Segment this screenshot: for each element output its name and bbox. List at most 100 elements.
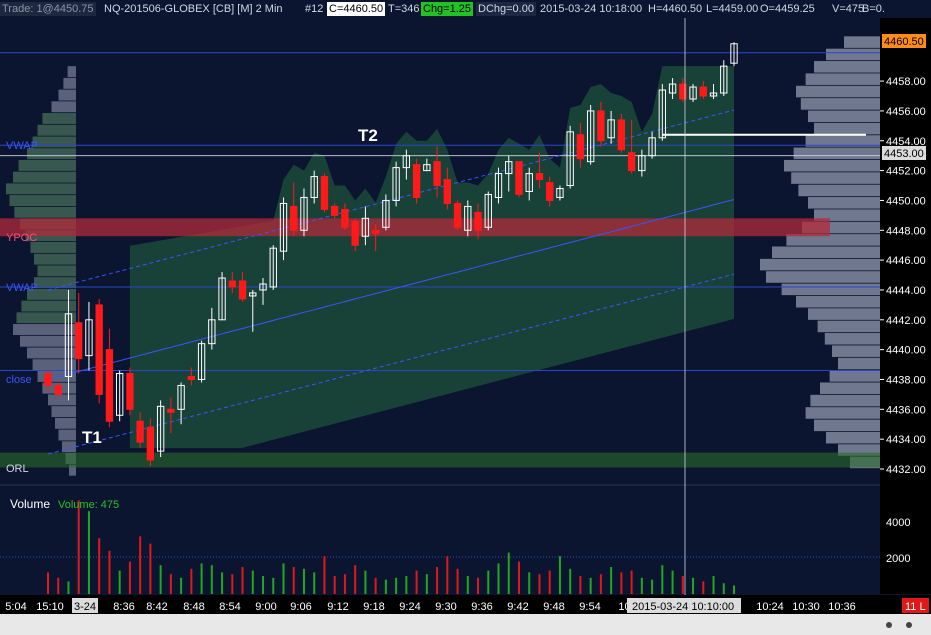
price-tick-label: 4448.00	[886, 225, 926, 237]
candle	[115, 370, 124, 422]
candle-body	[371, 229, 380, 234]
time-tick-label: 9:18	[363, 601, 384, 613]
volume-bar	[272, 577, 275, 594]
time-tick-label: 5:04	[5, 601, 26, 613]
price-tick-label: 4432.00	[886, 464, 926, 476]
left-profile-bar	[63, 77, 76, 89]
candle-body	[443, 179, 451, 204]
candle-body	[136, 420, 144, 443]
left-profile-bar	[21, 300, 76, 312]
value-area-shade	[129, 66, 734, 449]
t1-annotation: T1	[82, 428, 102, 447]
volume-bar	[251, 570, 254, 594]
candle-body	[54, 384, 62, 395]
right-profile-bar	[808, 110, 880, 123]
orl-band	[0, 452, 880, 468]
volume-bar	[610, 567, 613, 594]
left-profile-bar	[18, 159, 77, 171]
left-profile-bar	[30, 242, 76, 253]
volume-bar	[333, 576, 336, 594]
right-profile-bar	[798, 184, 880, 197]
right-profile-bar	[820, 382, 880, 395]
right-profile-bar	[829, 370, 880, 382]
time-tick-label: 3-24	[74, 601, 96, 613]
right-profile-bar	[784, 159, 880, 172]
left-profile-bar	[14, 206, 76, 218]
right-profile-bar	[766, 271, 880, 283]
right-profile-bar	[808, 197, 880, 209]
volume-bar	[67, 581, 70, 594]
time-cursor-text: 2015-03-24 10:10:00	[632, 601, 734, 613]
time-tick-label: 8:54	[219, 601, 240, 613]
volume-bar	[98, 538, 101, 594]
right-profile-bar	[814, 419, 880, 432]
volume-bar	[589, 577, 592, 594]
candle-body	[597, 110, 605, 142]
volume-bar	[692, 577, 695, 594]
volume-bar	[169, 574, 172, 594]
volume-bar	[180, 577, 183, 594]
candle	[95, 298, 103, 404]
volume-bar	[671, 570, 674, 594]
chart-canvas[interactable]: 4432.00 4434.00 4436.00 4438.00 4440.00 4442.…	[0, 0, 931, 635]
right-profile-bar	[791, 172, 880, 184]
volume-bar	[702, 581, 705, 594]
right-profile-bar	[800, 98, 880, 110]
time-tick-label: 9:48	[543, 601, 564, 613]
right-profile-bar	[817, 320, 880, 333]
candle	[412, 158, 421, 204]
volume-bar	[538, 574, 541, 594]
time-tick-label: 9:24	[399, 601, 420, 613]
volume-title: Volume	[10, 497, 50, 511]
time-tick-label: 10:36	[828, 601, 856, 613]
left-profile-bar	[34, 253, 76, 265]
volume-bar	[57, 577, 60, 594]
right-profile-bar	[808, 308, 880, 320]
volume-bar	[599, 574, 602, 594]
candle	[105, 328, 114, 428]
volume-bar	[262, 576, 265, 594]
candle-body	[320, 176, 329, 210]
candle-body	[474, 211, 482, 231]
candle-body	[187, 375, 196, 380]
volume-bar	[579, 576, 582, 594]
volume-bar	[159, 565, 162, 594]
right-profile-bar	[805, 73, 880, 85]
candle	[617, 113, 626, 153]
candle-body	[515, 161, 523, 195]
left-profile-bar	[62, 441, 76, 453]
right-profile-bar	[814, 61, 880, 73]
volume-bar	[200, 563, 203, 594]
volume-bar	[497, 563, 500, 594]
volume-bar	[221, 572, 224, 594]
left-profile-bar	[13, 324, 76, 335]
volume-bar	[210, 565, 213, 594]
candle	[85, 301, 93, 371]
price-tick-label: 4454.00	[886, 136, 926, 148]
price-tick-label: 4438.00	[886, 374, 926, 386]
volume-bar	[712, 576, 715, 594]
right-profile-bar	[772, 246, 880, 259]
right-profile-bar	[826, 431, 880, 444]
volume-bar	[466, 576, 469, 594]
last-price-text: 4460.50	[884, 36, 924, 48]
price-axis[interactable]	[880, 18, 931, 594]
vwap-prior-label: VWAP	[6, 140, 38, 152]
left-profile-bar	[51, 101, 76, 113]
candle-body	[412, 164, 421, 198]
status-dot-2	[906, 622, 912, 628]
candle-body	[95, 304, 103, 395]
candle	[515, 161, 523, 198]
volume-bar	[640, 577, 643, 594]
ypoc-label: YPOC	[6, 232, 37, 244]
candle-body	[433, 161, 441, 187]
right-profile-bar	[805, 407, 880, 419]
candle-body	[126, 373, 134, 410]
price-tick-label: 4440.00	[886, 345, 926, 357]
vwap-lower-label: VWAP	[6, 282, 38, 294]
volume-bar	[190, 568, 193, 594]
volume-tick-label: 4000	[886, 517, 910, 529]
candle-body	[699, 86, 707, 97]
cursor-price-text: 4453.00	[884, 148, 924, 160]
right-profile-bar	[824, 333, 880, 345]
